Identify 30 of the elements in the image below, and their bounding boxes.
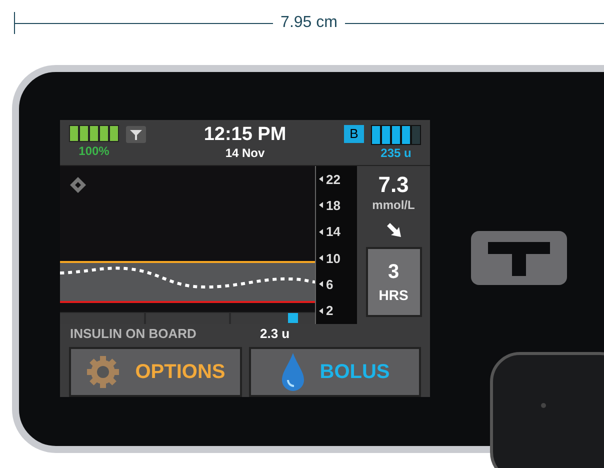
- logo-icon: [471, 231, 567, 285]
- tick-marker-icon: [319, 308, 323, 314]
- axis-label: 2: [326, 304, 334, 318]
- insulin-on-board-value: 2.3 u: [260, 324, 290, 343]
- dimension-label: 7.95 cm: [280, 13, 338, 33]
- axis-label: 18: [326, 198, 340, 212]
- tick-marker-icon: [319, 255, 323, 262]
- glucose-reading: 7.3: [378, 174, 409, 196]
- time-range-button[interactable]: 3 HRS: [366, 247, 422, 317]
- insulin-on-board-label: INSULIN ON BOARD: [70, 324, 198, 343]
- bolus-button[interactable]: BOLUS: [248, 347, 421, 397]
- tick-marker-icon: [319, 202, 323, 208]
- water-drop-icon: [280, 352, 306, 392]
- gear-icon: [85, 354, 122, 390]
- tick-marker-icon: [319, 176, 323, 182]
- down-right-arrow-icon: [384, 221, 402, 239]
- insulin-units: 235 u: [380, 147, 412, 159]
- glucose-unit: mmol/L: [372, 199, 415, 211]
- axis-label: 14: [326, 225, 340, 238]
- tick-marker-icon: [319, 281, 323, 288]
- tick-marker-icon: [319, 228, 323, 235]
- clock-time: 12:15 PM: [204, 125, 286, 144]
- axis-label: 10: [326, 252, 340, 265]
- axis-label: 6: [326, 278, 334, 291]
- axis-label: 22: [326, 172, 340, 186]
- date-label: 14 Nov: [225, 147, 265, 159]
- options-button[interactable]: OPTIONS: [69, 347, 242, 397]
- diamond-icon: [69, 176, 87, 194]
- battery-percent: 100%: [78, 145, 110, 157]
- bolus-badge: B: [344, 125, 364, 143]
